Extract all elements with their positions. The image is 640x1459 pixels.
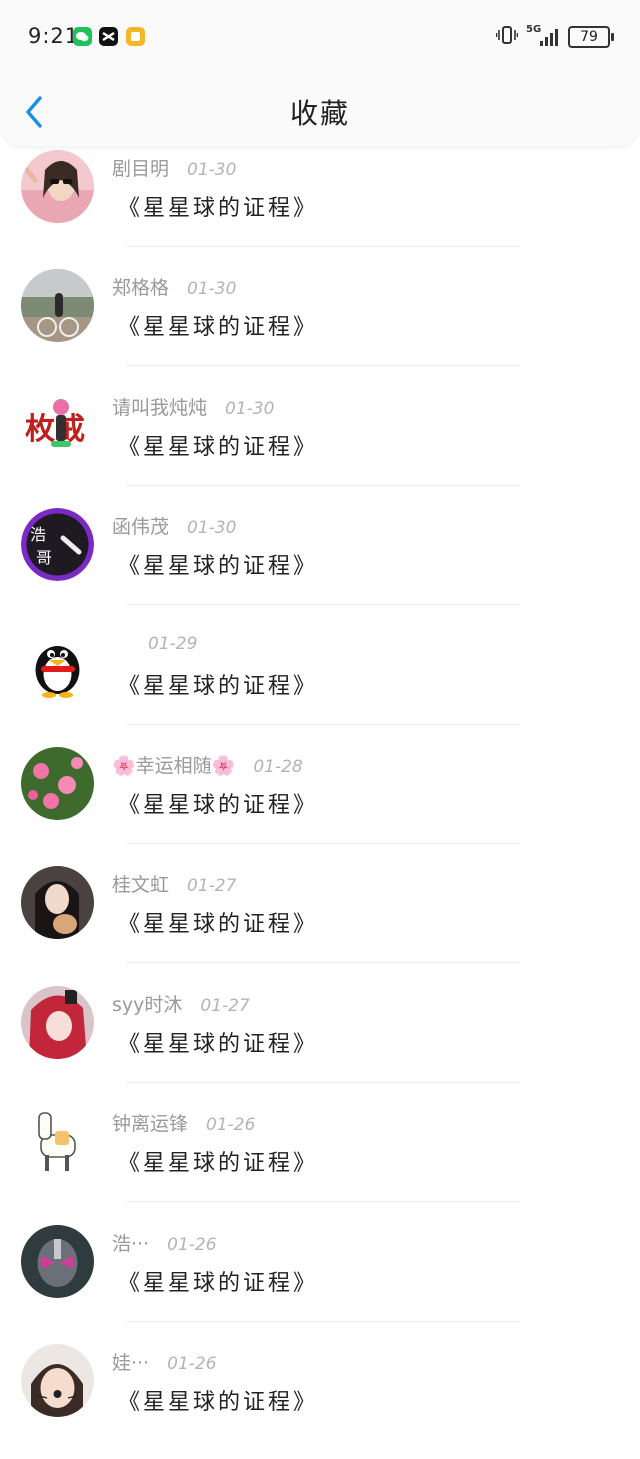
page-title: 收藏 [289,97,350,130]
item-date: 01-29 [148,633,198,654]
item-date: 01-30 [187,279,237,300]
list-item[interactable]: 剧目明 01-30 《星星球的证程》 [0,146,640,265]
user-avatar[interactable]: 浩哥 [21,508,94,582]
user-avatar[interactable] [21,269,94,343]
divider [126,1320,520,1322]
list-item[interactable]: 郑格格 01-30 《星星球的证程》 [0,265,640,384]
system-icons: 5G 79 [495,24,614,49]
list-item[interactable]: 桂文虹 01-27 《星星球的证程》 [0,862,640,981]
status-bar: 9:21 5G 79 [0,0,640,76]
user-avatar[interactable] [21,985,94,1059]
divider [126,723,520,725]
divider [126,484,520,486]
user-name: 郑格格 [112,277,170,300]
user-name: 娃··· [112,1351,150,1374]
item-title: 《星星球的证程》 [118,1031,319,1057]
user-name: 🌸幸运相随🌸 [112,754,236,777]
list-item[interactable]: 钟离运锋 01-26 《星星球的证程》 [0,1101,640,1220]
vibrate-icon [495,25,519,49]
divider [126,1081,520,1083]
capcut-icon [99,27,118,46]
battery-indicator: 79 [568,26,614,48]
user-avatar[interactable] [21,627,94,701]
favorites-list: 剧目明 01-30 《星星球的证程》 郑格格 01-30 《星星球的证程》 枚戒 请… [0,146,640,1459]
notes-app-icon [126,27,145,46]
user-name: 桂文虹 [112,874,170,897]
svg-text:哥: 哥 [36,548,52,567]
user-avatar[interactable] [21,1105,94,1179]
svg-text:浩: 浩 [30,525,46,544]
item-title: 《星星球的证程》 [118,1151,319,1177]
user-name: 浩··· [112,1232,150,1255]
divider [126,365,520,367]
item-date: 01-27 [200,995,250,1016]
divider [126,1201,520,1203]
user-name: 函伟茂 [112,516,170,539]
wechat-icon [73,27,92,46]
list-item[interactable]: 枚戒 请叫我炖炖 01-30 《星星球的证程》 [0,385,640,504]
item-date: 01-26 [206,1115,256,1136]
item-title: 《星星球的证程》 [118,315,319,341]
divider [126,604,520,606]
user-avatar[interactable] [21,150,94,223]
user-avatar[interactable] [21,746,94,820]
item-date: 01-26 [167,1234,217,1255]
item-date: 01-27 [187,876,237,897]
item-title: 《星星球的证程》 [118,673,319,699]
item-title: 《星星球的证程》 [118,1389,319,1415]
user-name: 请叫我炖炖 [112,396,208,419]
header-bar: 9:21 5G 79 收藏 [0,0,640,146]
user-avatar[interactable] [21,1343,94,1417]
divider [126,842,520,844]
item-title: 《星星球的证程》 [118,792,319,818]
divider [126,246,520,247]
list-item[interactable]: 01-29 《星星球的证程》 [0,624,640,743]
user-avatar[interactable] [21,1224,94,1298]
user-avatar[interactable] [21,866,94,940]
item-date: 01-30 [225,398,275,419]
user-name: syy时沐 [112,993,183,1016]
status-time: 9:21 [28,24,80,48]
item-title: 《星星球的证程》 [118,912,319,938]
item-title: 《星星球的证程》 [118,554,319,580]
item-date: 01-30 [187,160,237,180]
item-title: 《星星球的证程》 [118,1270,319,1296]
signal-icon: 5G [526,24,560,48]
item-date: 01-30 [187,518,237,539]
list-item[interactable]: syy时沐 01-27 《星星球的证程》 [0,982,640,1101]
list-item[interactable]: 🌸幸运相随🌸 01-28 《星星球的证程》 [0,743,640,862]
item-date: 01-26 [167,1353,217,1374]
list-item[interactable]: 浩哥 函伟茂 01-30 《星星球的证程》 [0,504,640,623]
item-date: 01-28 [253,756,303,777]
user-name: 钟离运锋 [112,1113,189,1136]
user-name: 剧目明 [112,158,170,180]
item-title: 《星星球的证程》 [118,434,319,460]
divider [126,962,520,964]
item-title: 《星星球的证程》 [118,196,319,221]
list-item[interactable]: 娃··· 01-26 《星星球的证程》 [0,1340,640,1459]
user-avatar[interactable]: 枚戒 [21,388,94,462]
list-item[interactable]: 浩··· 01-26 《星星球的证程》 [0,1221,640,1340]
